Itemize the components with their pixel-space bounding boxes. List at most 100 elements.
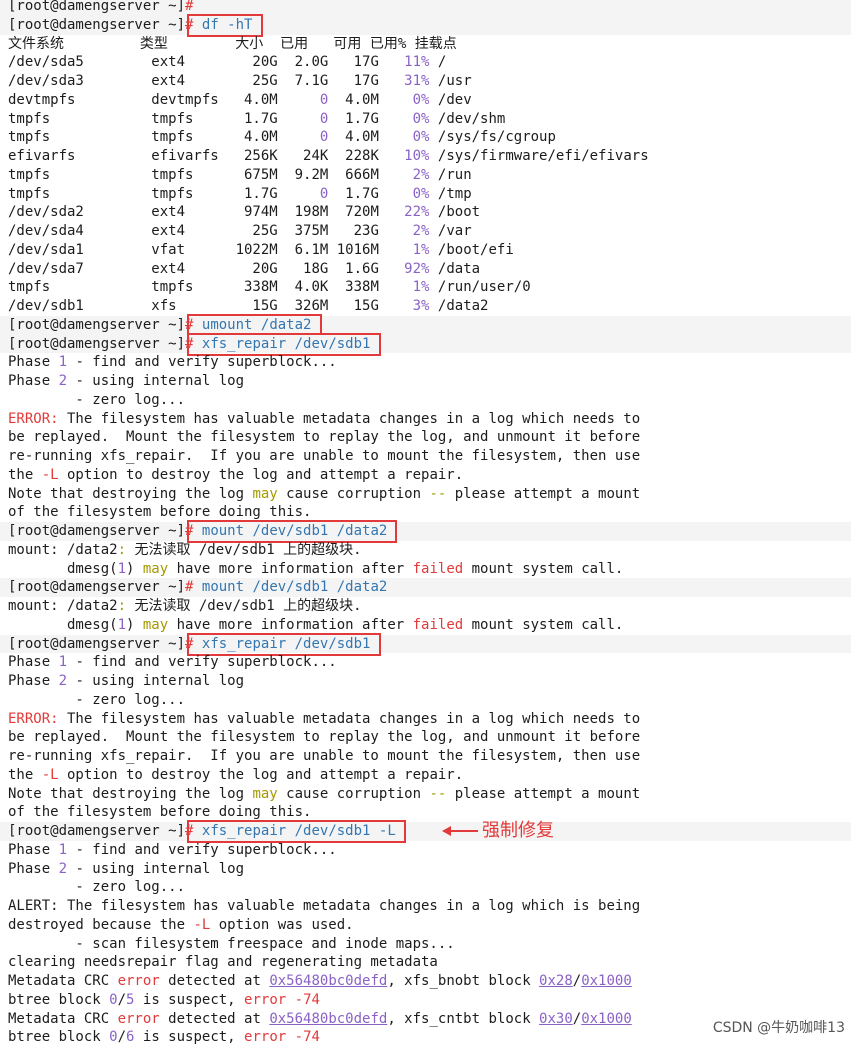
df-cell-mount: /dev: [429, 91, 472, 108]
repair-zero-log: - zero log...: [8, 391, 851, 410]
arrow-left-icon: [442, 826, 478, 836]
repair-last-line: of the filesystem before doing this.: [8, 803, 851, 822]
df-cell-mount: /run/user/0: [429, 279, 531, 296]
text-segment: failed: [412, 616, 464, 633]
clearing-line: clearing needsrepair flag and regenerati…: [8, 953, 851, 972]
text-segment: please attempt a mount: [446, 485, 641, 502]
text-segment: option to destroy the log and attempt a …: [58, 766, 464, 783]
df-cell: 666M: [328, 166, 388, 183]
text-segment: cause corruption: [277, 785, 430, 802]
df-table-row: /dev/sda1 vfat 1022M 6.1M 1016M 1% /boot…: [8, 241, 851, 260]
text-segment: 0x1000: [581, 973, 632, 989]
df-cell: /dev/sda7 ext4 20G: [8, 260, 287, 277]
text-segment: Phase: [8, 354, 59, 371]
text-segment: 2: [58, 673, 68, 689]
prompt-text: [root@damengserver ~]: [8, 316, 186, 333]
text-segment: mount system call.: [463, 560, 624, 577]
prompt-text: [root@damengserver ~]: [8, 16, 186, 33]
text-segment: 0x56480bc0defd: [269, 973, 388, 989]
df-cell-used: 198M: [286, 204, 329, 221]
text-segment: 0: [109, 1029, 118, 1046]
text-segment: the: [8, 466, 42, 483]
text-segment: failed: [412, 560, 464, 577]
df-table-row: /dev/sda7 ext4 20G 18G 1.6G 92% /data: [8, 260, 851, 279]
repair-phase-line: Phase 1 - find and verify superblock...: [8, 353, 851, 372]
annotation-note: 强制修复: [442, 819, 554, 843]
mount-hint-line: dmesg(1) may have more information after…: [8, 560, 851, 579]
df-header-row: 文件系统 类型 大小 已用 可用 已用% 挂载点: [8, 35, 851, 54]
df-cell-percent: 3%: [387, 298, 430, 314]
text-segment: Phase: [8, 860, 59, 877]
df-cell: 1.7G: [328, 185, 388, 202]
df-cell: /dev/sda3 ext4 25G: [8, 73, 287, 89]
df-cell: 1016M: [328, 241, 388, 258]
text-segment: 0x1000: [581, 1010, 632, 1027]
df-cell-used: 326M: [286, 298, 329, 314]
text-segment: -L: [41, 766, 59, 783]
text-segment: - using internal log: [67, 373, 245, 389]
prompt-text: [root@damengserver ~]: [8, 335, 186, 352]
df-cell: /dev/sda1 vfat 1022M: [8, 241, 287, 258]
df-cell: efivarfs efivarfs 256K: [8, 148, 287, 164]
df-cell-percent: 0%: [387, 110, 430, 127]
shell-prompt-line: [root@damengserver ~]# xfs_repair /dev/s…: [0, 332, 851, 356]
annotation-text: 强制修复: [482, 820, 554, 841]
text-segment: of the filesystem before doing this.: [8, 504, 312, 521]
repair-error-line: ERROR: The filesystem has valuable metad…: [8, 410, 851, 429]
repair-zero-log: - zero log...: [8, 878, 851, 897]
text-segment: mount: /data2: [8, 598, 118, 614]
text-segment: error: [117, 973, 160, 989]
text-segment: mount system call.: [463, 616, 624, 633]
df-cell: tmpfs tmpfs 4.0M: [8, 129, 287, 146]
text-segment: btree block: [8, 1029, 110, 1046]
shell-prompt-line: [root@damengserver ~]#: [0, 0, 851, 16]
text-segment: -: [286, 1029, 304, 1046]
repair-phase-line: Phase 2 - using internal log: [8, 860, 851, 879]
text-segment: ): [126, 616, 143, 633]
text-segment: Metadata CRC: [8, 973, 118, 989]
shell-prompt-line: [root@damengserver ~]# mount /dev/sdb1 /…: [0, 520, 851, 543]
df-table-row: /dev/sdb1 xfs 15G 326M 15G 3% /data2: [8, 297, 851, 316]
df-table-row: tmpfs tmpfs 1.7G 0 1.7G 0% /tmp: [8, 185, 851, 204]
df-cell-used: 7.1G: [286, 73, 329, 89]
repair-last-line: of the filesystem before doing this.: [8, 503, 851, 522]
text-segment: The filesystem has valuable metadata cha…: [58, 410, 641, 427]
text-segment: /: [117, 1029, 127, 1046]
error-label: ERROR:: [8, 410, 59, 427]
text-segment: dmesg(: [8, 560, 118, 577]
text-segment: 74: [303, 991, 320, 1008]
prompt-text: [root@damengserver ~]: [8, 823, 186, 839]
df-cell-mount: /sys/fs/cgroup: [429, 129, 556, 146]
df-cell: tmpfs tmpfs 1.7G: [8, 110, 287, 127]
watermark: CSDN @牛奶咖啡13: [712, 1020, 845, 1036]
text-segment: is suspect,: [134, 1029, 245, 1046]
df-cell: 1.6G: [328, 260, 388, 277]
df-cell-used: 0: [286, 91, 329, 108]
shell-prompt-line: [root@damengserver ~]# xfs_repair /dev/s…: [0, 632, 851, 656]
prompt-text: [root@damengserver ~]: [8, 523, 186, 539]
df-cell-used: 0: [286, 185, 329, 202]
df-cell: 1.7G: [328, 110, 388, 127]
repair-error-line: be replayed. Mount the filesystem to rep…: [8, 428, 851, 447]
text-segment: is suspect,: [134, 991, 245, 1008]
df-cell-percent: 22%: [387, 204, 430, 221]
text-segment: mount: /data2: [8, 541, 118, 558]
text-segment: re-running xfs_repair. If you are unable…: [8, 748, 641, 764]
df-cell: 15G: [328, 298, 388, 314]
df-cell-percent: 0%: [387, 91, 430, 108]
text-segment: :: [117, 598, 127, 614]
text-segment: 无法读取 /dev/sdb1 上的超级块.: [126, 598, 362, 614]
df-cell-used: 375M: [286, 223, 329, 239]
df-cell-mount: /boot: [429, 204, 481, 221]
text-segment: Phase: [8, 673, 59, 689]
text-segment: destroyed because the: [8, 916, 194, 933]
text-segment: detected at: [159, 1010, 270, 1027]
df-table-row: /dev/sda5 ext4 20G 2.0G 17G 11% /: [8, 53, 851, 72]
